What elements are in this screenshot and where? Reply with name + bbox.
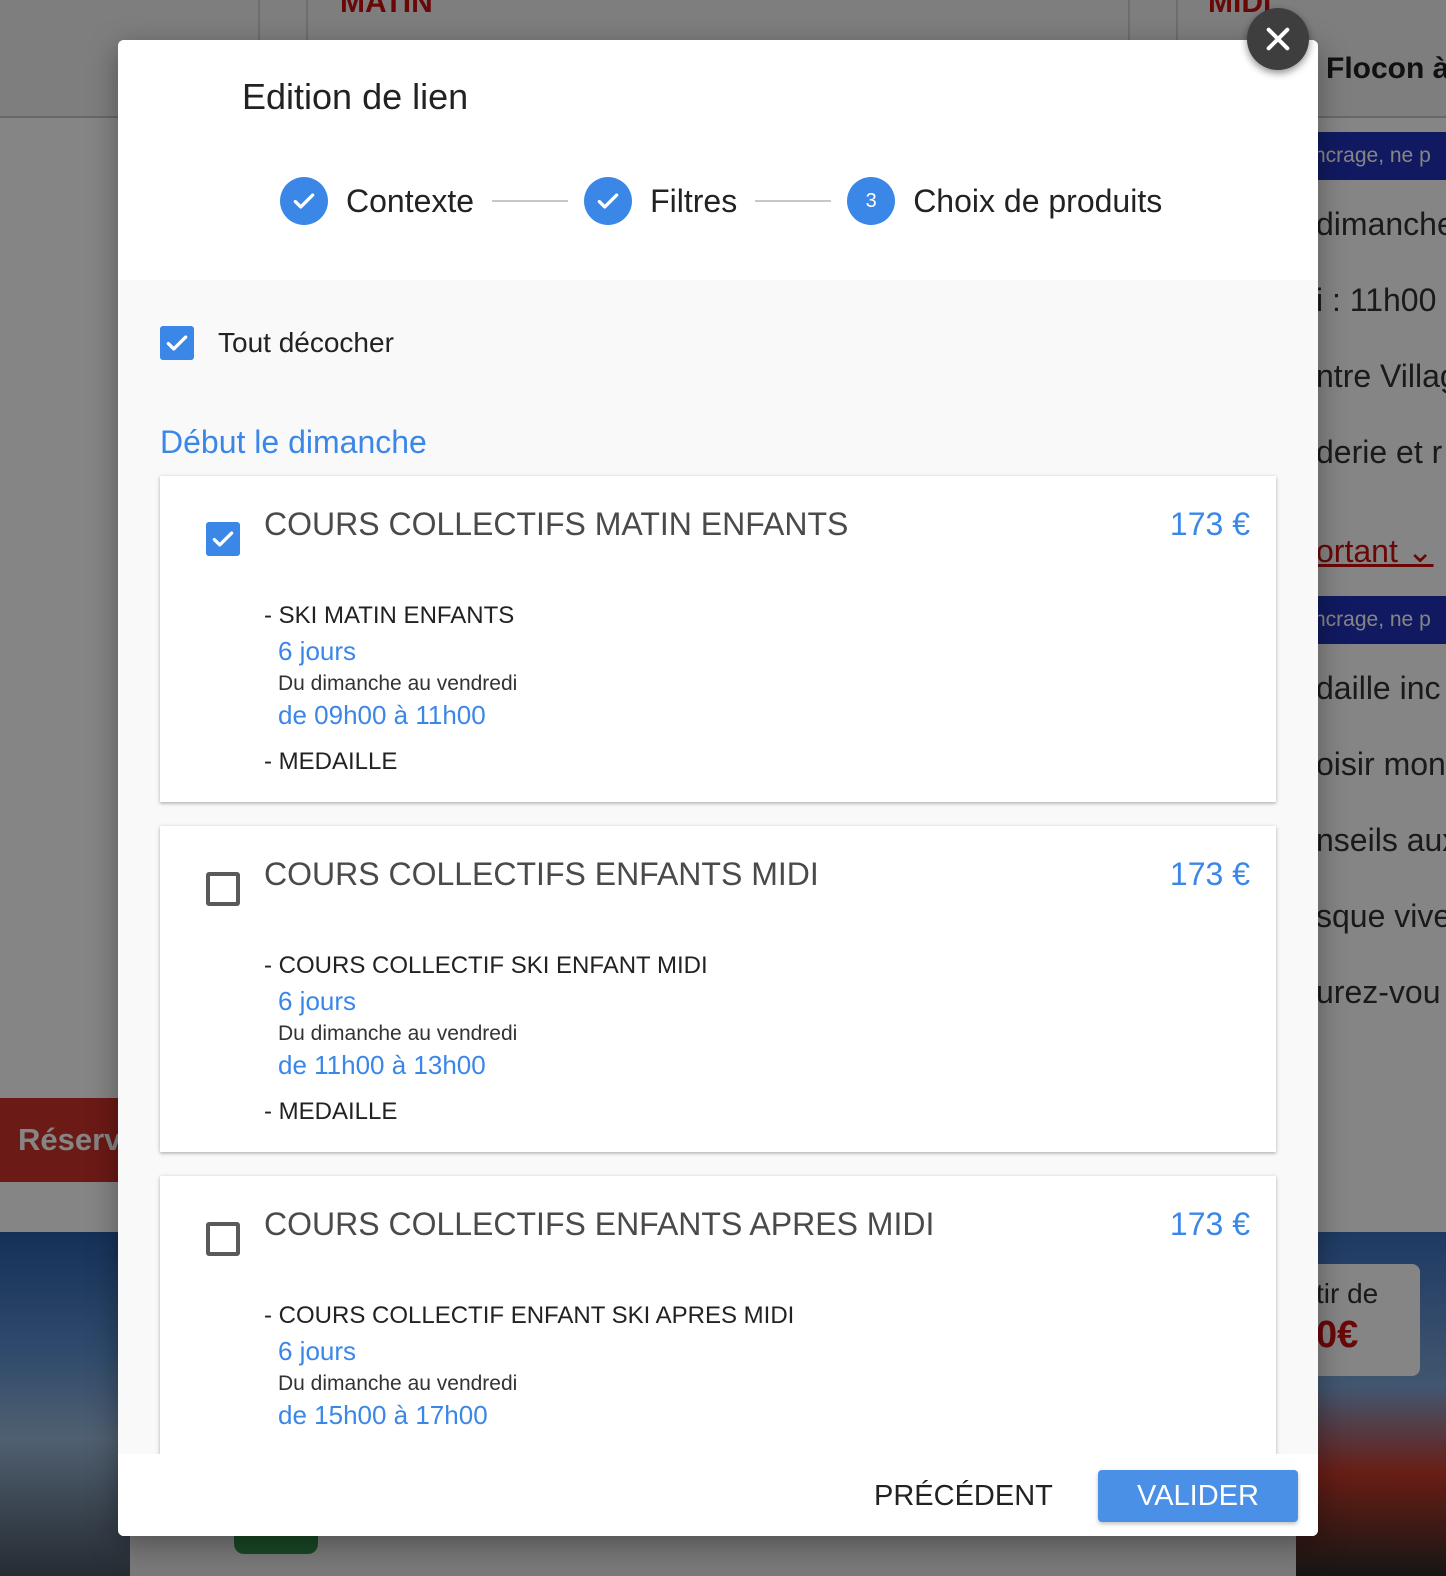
product-price: 173 € — [1169, 506, 1250, 542]
product-days: Du dimanche au vendredi — [278, 672, 518, 695]
product-duration: 6 jours — [278, 986, 357, 1016]
step-contexte[interactable]: Contexte — [280, 177, 474, 225]
close-icon[interactable] — [1247, 8, 1309, 70]
stepper: Contexte Filtres 3 Choix de produits — [280, 176, 1162, 226]
product-title: COURS COLLECTIFS ENFANTS APRES MIDI — [264, 1206, 935, 1242]
dialog-body[interactable]: Tout décocher Début le dimanche COURS CO… — [118, 280, 1318, 1454]
product-price: 173 € — [1169, 1206, 1250, 1242]
check-icon — [584, 177, 633, 225]
dialog-title: Edition de lien — [242, 76, 469, 117]
step-label: Filtres — [650, 182, 738, 219]
validate-button[interactable]: VALIDER — [1098, 1470, 1298, 1522]
previous-button[interactable]: PRÉCÉDENT — [866, 1470, 1061, 1522]
dialog-footer: PRÉCÉDENT VALIDER — [118, 1454, 1318, 1536]
check-icon — [280, 177, 328, 225]
step-number: 3 — [847, 177, 896, 225]
product-extra: - MEDAILLE — [264, 1098, 398, 1125]
dialog-header: Edition de lien Contexte Filtres 3 Choix… — [118, 40, 1318, 280]
product-hours: de 11h00 à 13h00 — [278, 1050, 486, 1080]
checkbox-unchecked-icon[interactable] — [206, 872, 240, 906]
product-title: COURS COLLECTIFS MATIN ENFANTS — [264, 506, 849, 542]
checkbox-checked-icon[interactable] — [160, 326, 194, 360]
product-days: Du dimanche au vendredi — [278, 1372, 518, 1395]
product-duration: 6 jours — [278, 1336, 357, 1366]
product-days: Du dimanche au vendredi — [278, 1022, 518, 1045]
uncheck-all-label: Tout décocher — [218, 327, 394, 358]
product-card[interactable]: COURS COLLECTIFS MATIN ENFANTS 173 € - S… — [160, 476, 1276, 802]
step-choix-de-produits[interactable]: 3 Choix de produits — [847, 177, 1162, 225]
step-connector — [755, 200, 832, 202]
product-hours: de 09h00 à 11h00 — [278, 700, 486, 730]
uncheck-all-toggle[interactable]: Tout décocher — [160, 326, 394, 360]
product-extra: - MEDAILLE — [264, 748, 398, 775]
checkbox-unchecked-icon[interactable] — [206, 1222, 240, 1256]
product-hours: de 15h00 à 17h00 — [278, 1400, 488, 1430]
product-item: - COURS COLLECTIF ENFANT SKI APRES MIDI — [264, 1302, 795, 1329]
edit-link-dialog: Edition de lien Contexte Filtres 3 Choix… — [118, 40, 1318, 1536]
product-title: COURS COLLECTIFS ENFANTS MIDI — [264, 856, 819, 892]
checkbox-checked-icon[interactable] — [206, 522, 240, 556]
step-connector — [492, 200, 569, 202]
section-title: Début le dimanche — [160, 424, 427, 460]
product-duration: 6 jours — [278, 636, 357, 666]
product-item: - COURS COLLECTIF SKI ENFANT MIDI — [264, 952, 708, 979]
product-card[interactable]: COURS COLLECTIFS ENFANTS MIDI 173 € - CO… — [160, 826, 1276, 1152]
product-item: - SKI MATIN ENFANTS — [264, 602, 515, 629]
step-label: Choix de produits — [913, 182, 1163, 219]
product-card[interactable]: COURS COLLECTIFS ENFANTS APRES MIDI 173 … — [160, 1176, 1276, 1454]
product-price: 173 € — [1169, 856, 1250, 892]
step-label: Contexte — [346, 182, 475, 219]
step-filtres[interactable]: Filtres — [584, 177, 737, 225]
